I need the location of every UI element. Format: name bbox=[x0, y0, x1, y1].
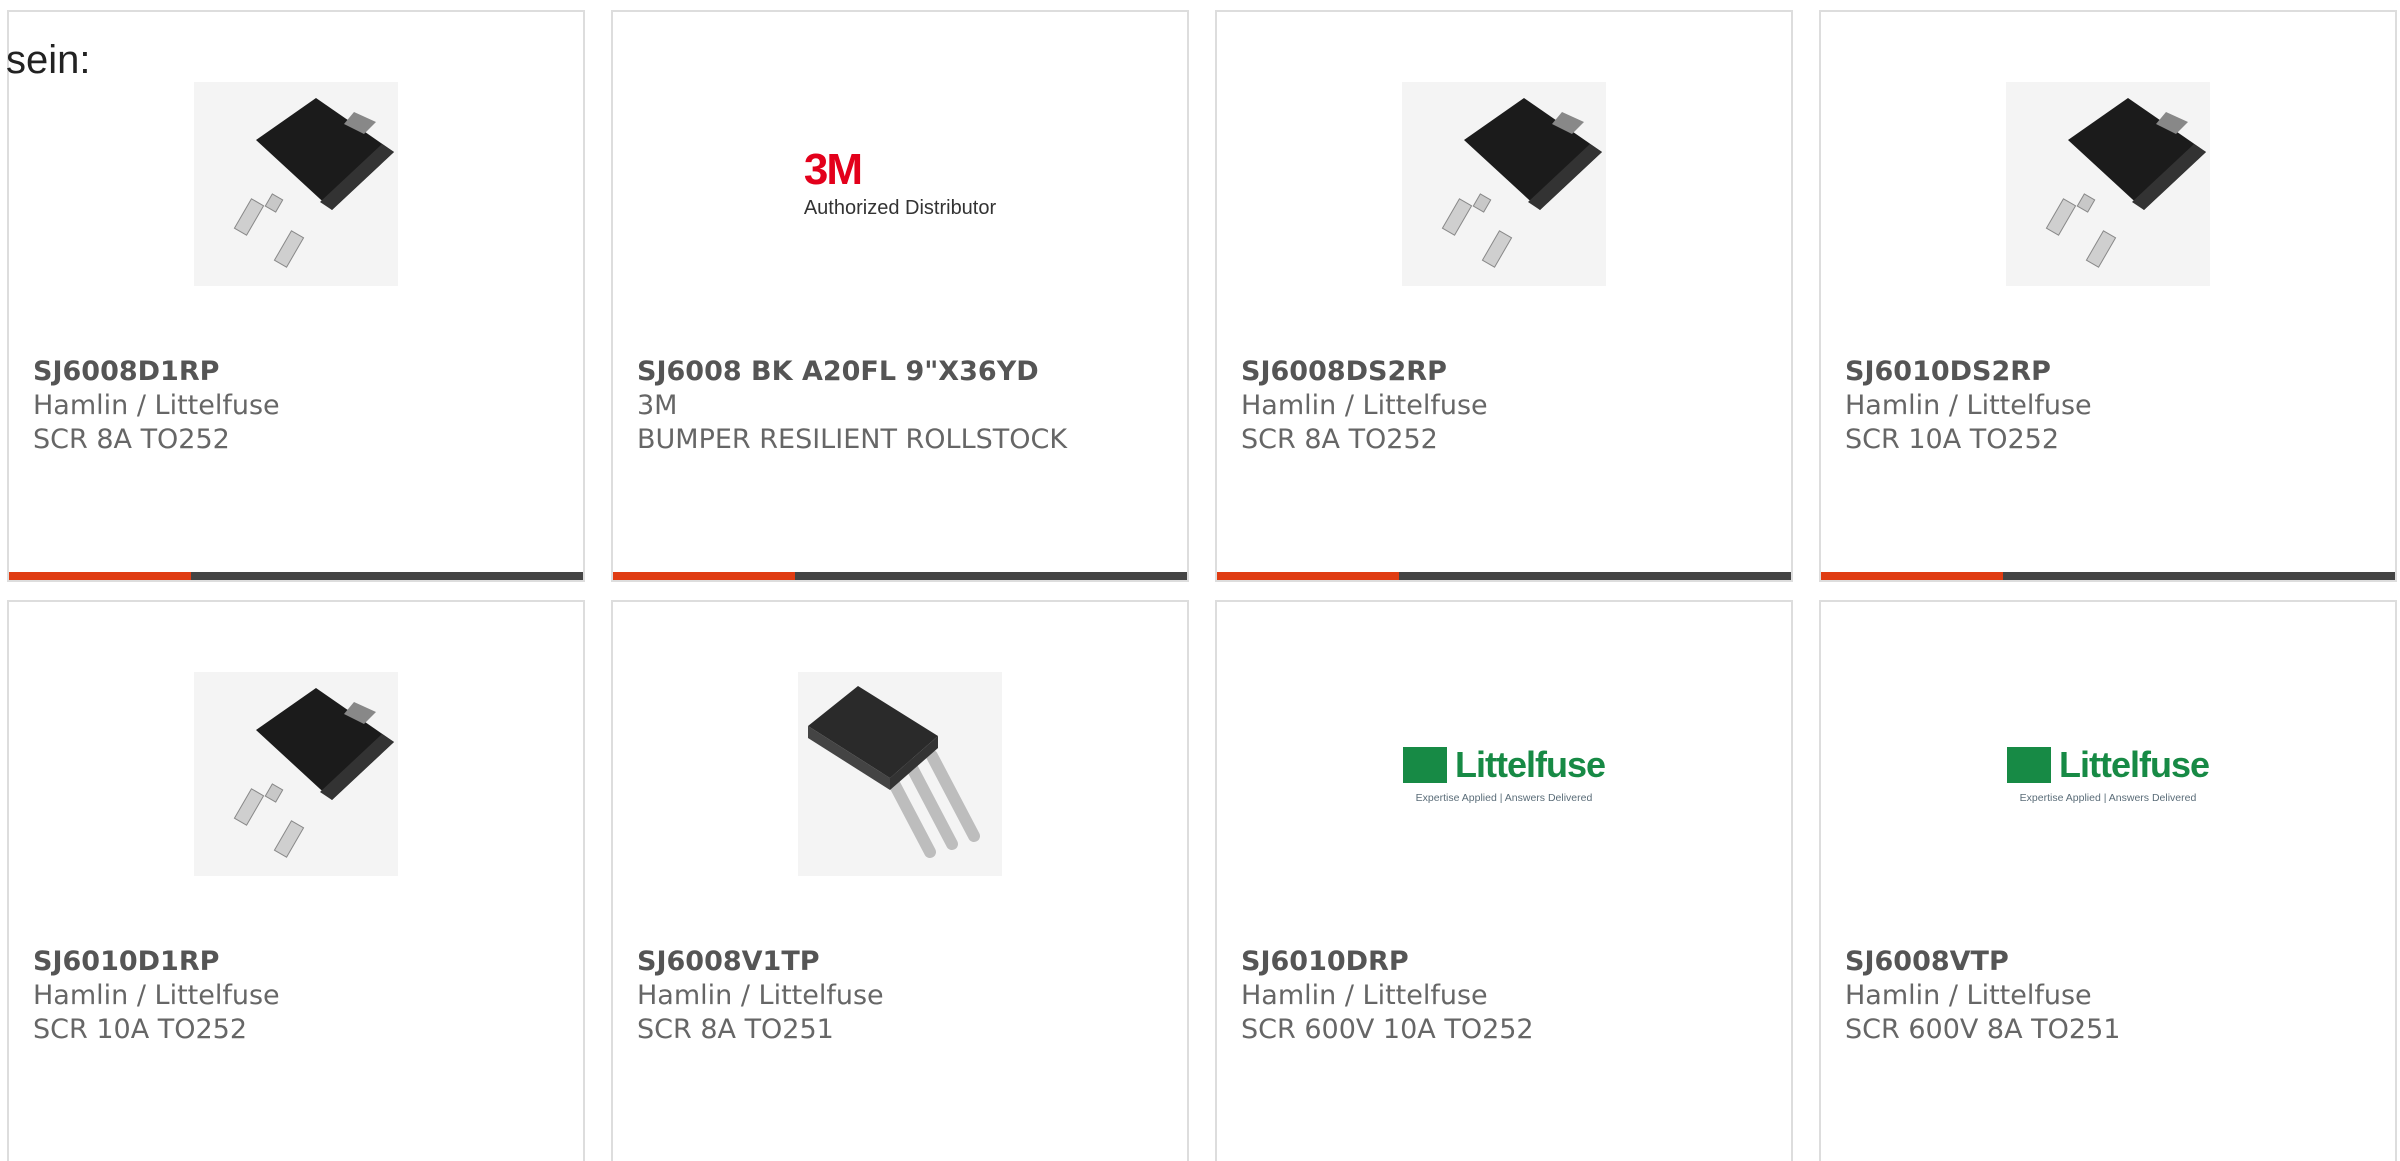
littelfuse-logo-tagline: Expertise Applied | Answers Delivered bbox=[2019, 792, 2197, 804]
accent-bar-highlight bbox=[1821, 572, 2003, 580]
part-number[interactable]: SJ6008V1TP bbox=[637, 945, 1177, 979]
manufacturer: Hamlin / Littelfuse bbox=[33, 390, 280, 421]
card-accent-bar bbox=[9, 572, 583, 580]
card-accent-bar bbox=[613, 572, 1187, 580]
product-card[interactable]: SJ6008D1RP Hamlin / Littelfuse SCR 8A TO… bbox=[7, 10, 585, 582]
littelfuse-logo-tagline: Expertise Applied | Answers Delivered bbox=[1415, 792, 1593, 804]
part-number[interactable]: SJ6010DRP bbox=[1241, 945, 1781, 979]
accent-bar-highlight bbox=[1217, 572, 1399, 580]
product-card[interactable]: Littelfuse Expertise Applied | Answers D… bbox=[1819, 600, 2397, 1161]
product-info: SJ6008DS2RP Hamlin / Littelfuse SCR 8A T… bbox=[1241, 355, 1781, 457]
part-number[interactable]: SJ6008D1RP bbox=[33, 355, 573, 389]
description: SCR 8A TO252 bbox=[33, 424, 230, 455]
3m-logo[interactable]: 3M Authorized Distributor bbox=[798, 82, 1002, 286]
intro-text: sein: bbox=[6, 38, 91, 82]
3m-logo-subtitle: Authorized Distributor bbox=[803, 197, 997, 219]
product-info: SJ6008V1TP Hamlin / Littelfuse SCR 8A TO… bbox=[637, 945, 1177, 1047]
to252-package-icon[interactable] bbox=[194, 672, 398, 876]
product-card[interactable]: 3M Authorized Distributor SJ6008 BK A20F… bbox=[611, 10, 1189, 582]
3m-authorized-distributor-logo: 3M Authorized Distributor bbox=[804, 148, 996, 220]
card-accent-bar bbox=[1821, 572, 2395, 580]
description: SCR 600V 8A TO251 bbox=[1845, 1014, 2121, 1045]
description: SCR 600V 10A TO252 bbox=[1241, 1014, 1534, 1045]
3m-logo-mark: 3M bbox=[803, 145, 863, 194]
littelfuse-brand-logo: Littelfuse Expertise Applied | Answers D… bbox=[1402, 744, 1606, 804]
manufacturer: Hamlin / Littelfuse bbox=[637, 980, 884, 1011]
littelfuse-logo[interactable]: Littelfuse Expertise Applied | Answers D… bbox=[1402, 672, 1606, 876]
product-card[interactable]: SJ6008DS2RP Hamlin / Littelfuse SCR 8A T… bbox=[1215, 10, 1793, 582]
manufacturer: Hamlin / Littelfuse bbox=[33, 980, 280, 1011]
card-accent-bar bbox=[1217, 572, 1791, 580]
littelfuse-logo-name: Littelfuse bbox=[1454, 744, 1606, 785]
manufacturer: Hamlin / Littelfuse bbox=[1845, 390, 2092, 421]
to252-package-icon[interactable] bbox=[2006, 82, 2210, 286]
product-info: SJ6010D1RP Hamlin / Littelfuse SCR 10A T… bbox=[33, 945, 573, 1047]
part-number[interactable]: SJ6010DS2RP bbox=[1845, 355, 2385, 389]
product-info: SJ6010DRP Hamlin / Littelfuse SCR 600V 1… bbox=[1241, 945, 1781, 1047]
littelfuse-logo-name: Littelfuse bbox=[2058, 744, 2210, 785]
product-info: SJ6010DS2RP Hamlin / Littelfuse SCR 10A … bbox=[1845, 355, 2385, 457]
part-number[interactable]: SJ6010D1RP bbox=[33, 945, 573, 979]
description: SCR 8A TO252 bbox=[1241, 424, 1438, 455]
product-info: SJ6008D1RP Hamlin / Littelfuse SCR 8A TO… bbox=[33, 355, 573, 457]
littelfuse-logo-mark-icon bbox=[1402, 747, 1447, 783]
to252-package-icon[interactable] bbox=[194, 82, 398, 286]
manufacturer: Hamlin / Littelfuse bbox=[1845, 980, 2092, 1011]
product-card[interactable]: SJ6008V1TP Hamlin / Littelfuse SCR 8A TO… bbox=[611, 600, 1189, 1161]
part-number[interactable]: SJ6008VTP bbox=[1845, 945, 2385, 979]
accent-bar-highlight bbox=[613, 572, 795, 580]
manufacturer: Hamlin / Littelfuse bbox=[1241, 390, 1488, 421]
littelfuse-logo[interactable]: Littelfuse Expertise Applied | Answers D… bbox=[2006, 672, 2210, 876]
product-card[interactable]: SJ6010DS2RP Hamlin / Littelfuse SCR 10A … bbox=[1819, 10, 2397, 582]
part-number[interactable]: SJ6008DS2RP bbox=[1241, 355, 1781, 389]
description: BUMPER RESILIENT ROLLSTOCK bbox=[637, 424, 1068, 455]
product-card[interactable]: Littelfuse Expertise Applied | Answers D… bbox=[1215, 600, 1793, 1161]
littelfuse-logo-mark-icon bbox=[2006, 747, 2051, 783]
product-card[interactable]: SJ6010D1RP Hamlin / Littelfuse SCR 10A T… bbox=[7, 600, 585, 1161]
product-info: SJ6008VTP Hamlin / Littelfuse SCR 600V 8… bbox=[1845, 945, 2385, 1047]
to251-package-icon[interactable] bbox=[798, 672, 1002, 876]
description: SCR 10A TO252 bbox=[33, 1014, 248, 1045]
accent-bar-highlight bbox=[9, 572, 191, 580]
part-number[interactable]: SJ6008 BK A20FL 9"X36YD bbox=[637, 355, 1177, 389]
manufacturer: Hamlin / Littelfuse bbox=[1241, 980, 1488, 1011]
description: SCR 10A TO252 bbox=[1845, 424, 2060, 455]
littelfuse-brand-logo: Littelfuse Expertise Applied | Answers D… bbox=[2006, 744, 2210, 804]
description: SCR 8A TO251 bbox=[637, 1014, 834, 1045]
product-grid-page: sein: SJ6008D1RP Hamlin / Littelfuse SCR… bbox=[0, 0, 2400, 1161]
manufacturer: 3M bbox=[637, 390, 678, 421]
to252-package-icon[interactable] bbox=[1402, 82, 1606, 286]
product-info: SJ6008 BK A20FL 9"X36YD 3M BUMPER RESILI… bbox=[637, 355, 1177, 457]
